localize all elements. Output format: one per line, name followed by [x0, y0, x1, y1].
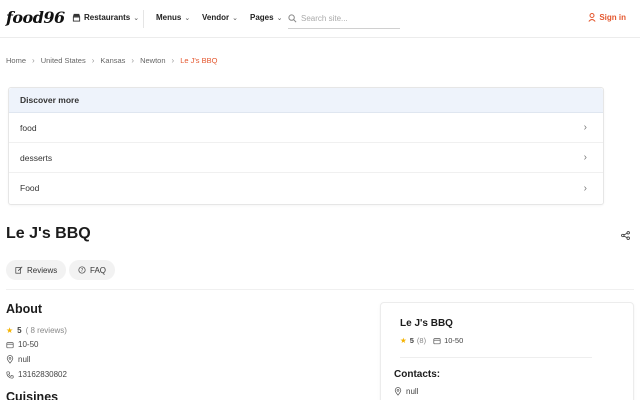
- tab-reviews[interactable]: Reviews: [6, 260, 67, 280]
- star-icon: ★: [6, 326, 14, 335]
- breadcrumb-home[interactable]: Home: [6, 56, 26, 65]
- breadcrumb-city[interactable]: Newton: [140, 56, 165, 65]
- star-icon: ★: [400, 336, 407, 345]
- about-title: About: [6, 302, 43, 316]
- nav-pages[interactable]: Pages ⌄: [250, 13, 282, 22]
- edit-icon: [15, 266, 23, 274]
- card-meta-row: ★ 5 (8) 10-50: [400, 336, 463, 345]
- card-restaurant-name: Le J's BBQ: [400, 318, 453, 329]
- user-icon: [588, 13, 596, 22]
- nav-pages-label: Pages: [250, 13, 274, 22]
- rating-row: ★ 5 ( 8 reviews): [6, 326, 67, 335]
- chevron-down-icon: ⌄: [133, 14, 140, 22]
- chevron-right-icon: ›: [583, 152, 587, 163]
- breadcrumb: Home › United States › Kansas › Newton ›…: [6, 56, 217, 65]
- discover-item[interactable]: food ›: [9, 113, 603, 143]
- site-logo[interactable]: food96: [6, 8, 65, 27]
- chevron-right-icon: ›: [583, 182, 587, 194]
- card-price: 10-50: [444, 336, 464, 345]
- card-review-count: (8): [416, 336, 427, 345]
- tab-reviews-label: Reviews: [27, 265, 58, 275]
- price-row: 10-50: [6, 340, 38, 349]
- phone-row: 13162830802: [6, 370, 67, 379]
- chevron-right-icon: ›: [583, 122, 587, 133]
- contacts-title: Contacts:: [394, 369, 441, 380]
- divider: [400, 357, 592, 358]
- nav-vendor[interactable]: Vendor ⌄: [202, 13, 238, 22]
- tab-faq-label: FAQ: [90, 265, 107, 275]
- location-pin-icon: [6, 355, 14, 364]
- breadcrumb-country[interactable]: United States: [41, 56, 86, 65]
- discover-item-label: Food: [20, 183, 40, 193]
- share-button[interactable]: [616, 227, 634, 243]
- address-value: null: [18, 355, 31, 364]
- nav-divider: [143, 10, 144, 28]
- address-row: null: [6, 355, 30, 364]
- search-icon: [288, 13, 297, 23]
- nav-restaurants-label: Restaurants: [84, 13, 131, 22]
- review-count[interactable]: ( 8 reviews): [26, 326, 67, 335]
- phone-icon: [6, 370, 14, 379]
- discover-item-label: desserts: [20, 152, 53, 163]
- discover-item[interactable]: Food ›: [9, 173, 603, 203]
- nav-menus[interactable]: Menus ⌄: [156, 13, 190, 22]
- sign-in-label: Sign in: [599, 13, 626, 22]
- chevron-down-icon: ⌄: [184, 14, 191, 22]
- store-icon: [72, 13, 81, 22]
- wallet-icon: [433, 337, 441, 345]
- rating-value: 5: [17, 326, 22, 335]
- discover-item[interactable]: desserts ›: [9, 143, 603, 173]
- search-input[interactable]: [301, 13, 391, 23]
- breadcrumb-state[interactable]: Kansas: [100, 56, 125, 65]
- sign-in-button[interactable]: Sign in: [588, 13, 626, 22]
- discover-more-title: Discover more: [9, 88, 603, 113]
- chevron-right-icon: ›: [171, 56, 175, 65]
- divider: [6, 289, 634, 290]
- card-rating: 5: [409, 336, 414, 345]
- share-icon: [620, 230, 630, 240]
- top-header: food96 Restaurants ⌄ Menus ⌄ Vendor ⌄ Pa…: [0, 0, 640, 38]
- chevron-down-icon: ⌄: [276, 14, 283, 22]
- nav-vendor-label: Vendor: [202, 13, 230, 22]
- chevron-right-icon: ›: [32, 56, 35, 65]
- discover-item-label: food: [20, 122, 37, 133]
- nav-menus-label: Menus: [156, 13, 182, 22]
- card-address-row: null: [394, 387, 418, 396]
- location-pin-icon: [394, 387, 402, 396]
- breadcrumb-current: Le J's BBQ: [180, 56, 218, 65]
- phone-value[interactable]: 13162830802: [18, 370, 67, 379]
- chevron-right-icon: ›: [131, 56, 135, 65]
- chevron-right-icon: ›: [91, 56, 95, 65]
- wallet-icon: [6, 341, 14, 349]
- discover-more-card: Discover more food › desserts › Food ›: [8, 87, 604, 205]
- page-title: Le J's BBQ: [6, 225, 91, 242]
- question-icon: ?: [78, 266, 86, 274]
- search-box[interactable]: [288, 8, 400, 29]
- price-range: 10-50: [18, 340, 39, 349]
- card-address: null: [406, 387, 419, 396]
- chevron-down-icon: ⌄: [232, 14, 238, 22]
- tab-faq[interactable]: ? FAQ: [69, 260, 116, 280]
- nav-restaurants[interactable]: Restaurants ⌄: [72, 13, 139, 22]
- cuisines-title: Cuisines: [6, 390, 59, 400]
- restaurant-summary-card: Le J's BBQ ★ 5 (8) 10-50 Contacts: null: [380, 302, 634, 400]
